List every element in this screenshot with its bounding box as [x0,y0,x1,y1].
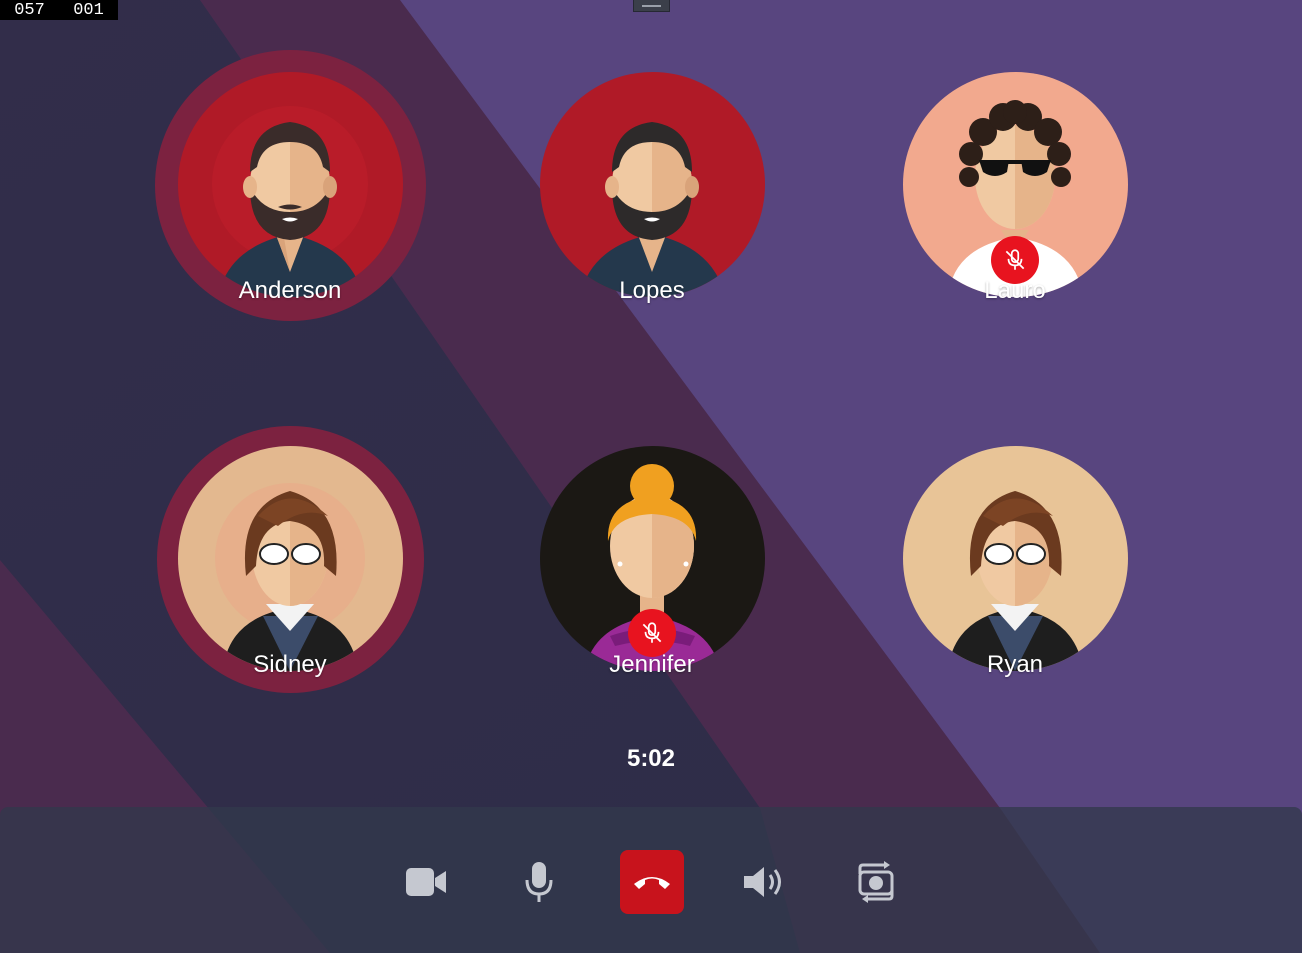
switch-camera-button[interactable] [844,850,908,914]
phone-hangup-icon [634,877,670,889]
counter-left: 057 [14,0,45,20]
speaker-volume-icon [744,867,781,897]
microphone-button[interactable] [507,850,571,914]
mic-off-icon [642,622,662,643]
mic-off-icon [1005,249,1025,270]
glasses-man-avatar-icon [178,446,403,671]
participant-tile[interactable]: Sidney [140,424,440,694]
participant-name: Ryan [986,651,1044,678]
drag-handle[interactable] [633,0,670,12]
participant-name: Lopes [619,277,685,304]
participant-tile[interactable]: Anderson [140,50,440,321]
glasses-man-avatar-icon [903,446,1128,671]
microphone-icon [525,862,553,902]
video-camera-icon [406,868,446,896]
participant-tile[interactable]: Ryan [865,424,1165,694]
frame-counter: 057 001 [0,0,118,20]
muted-badge [628,609,676,657]
speaker-button[interactable] [732,850,796,914]
hang-up-button[interactable] [620,850,684,914]
call-controls-bar [0,807,1302,953]
bearded-man-avatar-icon [540,72,765,297]
bearded-man-avatar-icon [178,72,403,297]
camera-button[interactable] [394,850,458,914]
participant-name: Lauro [984,277,1046,304]
counter-right: 001 [73,0,104,20]
participant-name: Anderson [238,277,342,304]
participant-name: Jennifer [609,651,695,678]
participant-tile[interactable]: Jennifer [502,424,802,694]
participant-tile[interactable]: Lopes [502,50,802,320]
participant-tile[interactable]: Lauro [865,50,1165,320]
participant-name: Sidney [253,651,327,678]
call-timer: 5:02 [626,745,676,772]
switch-camera-icon [858,861,894,903]
